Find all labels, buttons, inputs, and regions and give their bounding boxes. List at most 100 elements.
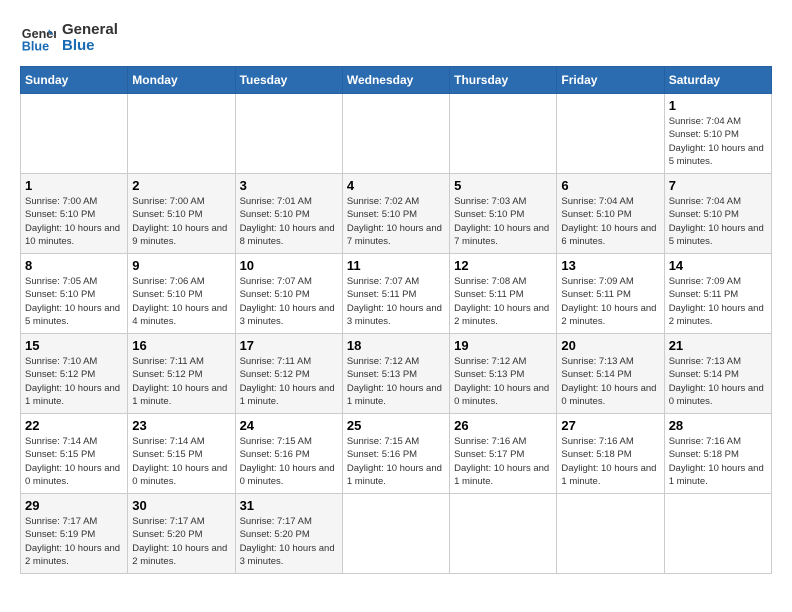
calendar-cell: 20 Sunrise: 7:13 AM Sunset: 5:14 PM Dayl… [557,334,664,414]
day-info: Sunrise: 7:09 AM Sunset: 5:11 PM Dayligh… [561,275,659,328]
day-info: Sunrise: 7:07 AM Sunset: 5:11 PM Dayligh… [347,275,445,328]
day-info: Sunrise: 7:06 AM Sunset: 5:10 PM Dayligh… [132,275,230,328]
calendar-cell: 18 Sunrise: 7:12 AM Sunset: 5:13 PM Dayl… [342,334,449,414]
calendar-cell [128,94,235,174]
calendar-cell [450,94,557,174]
day-number: 22 [25,418,123,433]
calendar-cell: 23 Sunrise: 7:14 AM Sunset: 5:15 PM Dayl… [128,414,235,494]
calendar-cell [557,94,664,174]
calendar-cell: 26 Sunrise: 7:16 AM Sunset: 5:17 PM Dayl… [450,414,557,494]
day-number: 9 [132,258,230,273]
day-info: Sunrise: 7:16 AM Sunset: 5:18 PM Dayligh… [561,435,659,488]
day-info: Sunrise: 7:01 AM Sunset: 5:10 PM Dayligh… [240,195,338,248]
day-number: 23 [132,418,230,433]
calendar-cell [235,94,342,174]
calendar-cell [664,494,771,574]
day-number: 29 [25,498,123,513]
day-info: Sunrise: 7:08 AM Sunset: 5:11 PM Dayligh… [454,275,552,328]
col-header-saturday: Saturday [664,67,771,94]
day-number: 31 [240,498,338,513]
logo-icon: General Blue [20,20,56,56]
calendar-cell [342,94,449,174]
calendar-cell: 14 Sunrise: 7:09 AM Sunset: 5:11 PM Dayl… [664,254,771,334]
day-number: 30 [132,498,230,513]
day-number: 18 [347,338,445,353]
calendar-cell: 17 Sunrise: 7:11 AM Sunset: 5:12 PM Dayl… [235,334,342,414]
day-number: 6 [561,178,659,193]
day-info: Sunrise: 7:14 AM Sunset: 5:15 PM Dayligh… [25,435,123,488]
calendar-cell: 7 Sunrise: 7:04 AM Sunset: 5:10 PM Dayli… [664,174,771,254]
svg-text:Blue: Blue [22,40,49,54]
day-number: 4 [347,178,445,193]
calendar-cell [450,494,557,574]
col-header-monday: Monday [128,67,235,94]
calendar-cell: 30 Sunrise: 7:17 AM Sunset: 5:20 PM Dayl… [128,494,235,574]
day-info: Sunrise: 7:16 AM Sunset: 5:17 PM Dayligh… [454,435,552,488]
header: General Blue General Blue [20,20,772,56]
day-info: Sunrise: 7:12 AM Sunset: 5:13 PM Dayligh… [347,355,445,408]
logo: General Blue General Blue [20,20,118,56]
day-info: Sunrise: 7:16 AM Sunset: 5:18 PM Dayligh… [669,435,767,488]
calendar-cell: 13 Sunrise: 7:09 AM Sunset: 5:11 PM Dayl… [557,254,664,334]
calendar-cell [557,494,664,574]
col-header-thursday: Thursday [450,67,557,94]
calendar-cell: 21 Sunrise: 7:13 AM Sunset: 5:14 PM Dayl… [664,334,771,414]
day-info: Sunrise: 7:17 AM Sunset: 5:20 PM Dayligh… [240,515,338,568]
calendar-cell: 28 Sunrise: 7:16 AM Sunset: 5:18 PM Dayl… [664,414,771,494]
day-number: 1 [25,178,123,193]
calendar-cell: 19 Sunrise: 7:12 AM Sunset: 5:13 PM Dayl… [450,334,557,414]
day-number: 12 [454,258,552,273]
calendar-cell: 24 Sunrise: 7:15 AM Sunset: 5:16 PM Dayl… [235,414,342,494]
day-number: 25 [347,418,445,433]
day-info: Sunrise: 7:02 AM Sunset: 5:10 PM Dayligh… [347,195,445,248]
calendar-table: SundayMondayTuesdayWednesdayThursdayFrid… [20,66,772,574]
day-info: Sunrise: 7:04 AM Sunset: 5:10 PM Dayligh… [561,195,659,248]
day-info: Sunrise: 7:07 AM Sunset: 5:10 PM Dayligh… [240,275,338,328]
day-number: 28 [669,418,767,433]
calendar-cell: 1 Sunrise: 7:00 AM Sunset: 5:10 PM Dayli… [21,174,128,254]
day-number: 13 [561,258,659,273]
day-info: Sunrise: 7:04 AM Sunset: 5:10 PM Dayligh… [669,195,767,248]
calendar-cell: 4 Sunrise: 7:02 AM Sunset: 5:10 PM Dayli… [342,174,449,254]
day-info: Sunrise: 7:14 AM Sunset: 5:15 PM Dayligh… [132,435,230,488]
day-info: Sunrise: 7:17 AM Sunset: 5:19 PM Dayligh… [25,515,123,568]
calendar-cell: 22 Sunrise: 7:14 AM Sunset: 5:15 PM Dayl… [21,414,128,494]
calendar-cell: 8 Sunrise: 7:05 AM Sunset: 5:10 PM Dayli… [21,254,128,334]
day-number: 3 [240,178,338,193]
day-number: 15 [25,338,123,353]
calendar-cell: 9 Sunrise: 7:06 AM Sunset: 5:10 PM Dayli… [128,254,235,334]
day-number: 24 [240,418,338,433]
day-info: Sunrise: 7:13 AM Sunset: 5:14 PM Dayligh… [561,355,659,408]
day-info: Sunrise: 7:09 AM Sunset: 5:11 PM Dayligh… [669,275,767,328]
col-header-wednesday: Wednesday [342,67,449,94]
day-number: 14 [669,258,767,273]
day-number: 11 [347,258,445,273]
day-info: Sunrise: 7:15 AM Sunset: 5:16 PM Dayligh… [240,435,338,488]
calendar-cell: 3 Sunrise: 7:01 AM Sunset: 5:10 PM Dayli… [235,174,342,254]
logo-line1: General [62,22,118,39]
calendar-cell [21,94,128,174]
col-header-friday: Friday [557,67,664,94]
calendar-cell: 12 Sunrise: 7:08 AM Sunset: 5:11 PM Dayl… [450,254,557,334]
day-number: 21 [669,338,767,353]
calendar-cell: 29 Sunrise: 7:17 AM Sunset: 5:19 PM Dayl… [21,494,128,574]
calendar-cell: 15 Sunrise: 7:10 AM Sunset: 5:12 PM Dayl… [21,334,128,414]
day-number: 19 [454,338,552,353]
calendar-cell: 27 Sunrise: 7:16 AM Sunset: 5:18 PM Dayl… [557,414,664,494]
calendar-cell: 25 Sunrise: 7:15 AM Sunset: 5:16 PM Dayl… [342,414,449,494]
day-info: Sunrise: 7:15 AM Sunset: 5:16 PM Dayligh… [347,435,445,488]
day-info: Sunrise: 7:12 AM Sunset: 5:13 PM Dayligh… [454,355,552,408]
calendar-cell: 1 Sunrise: 7:04 AM Sunset: 5:10 PM Dayli… [664,94,771,174]
calendar-cell [342,494,449,574]
day-number: 7 [669,178,767,193]
day-number: 17 [240,338,338,353]
calendar-cell: 16 Sunrise: 7:11 AM Sunset: 5:12 PM Dayl… [128,334,235,414]
day-number: 8 [25,258,123,273]
day-number: 20 [561,338,659,353]
day-number: 10 [240,258,338,273]
calendar-cell: 10 Sunrise: 7:07 AM Sunset: 5:10 PM Dayl… [235,254,342,334]
calendar-cell: 31 Sunrise: 7:17 AM Sunset: 5:20 PM Dayl… [235,494,342,574]
day-info: Sunrise: 7:03 AM Sunset: 5:10 PM Dayligh… [454,195,552,248]
day-info: Sunrise: 7:17 AM Sunset: 5:20 PM Dayligh… [132,515,230,568]
day-info: Sunrise: 7:10 AM Sunset: 5:12 PM Dayligh… [25,355,123,408]
